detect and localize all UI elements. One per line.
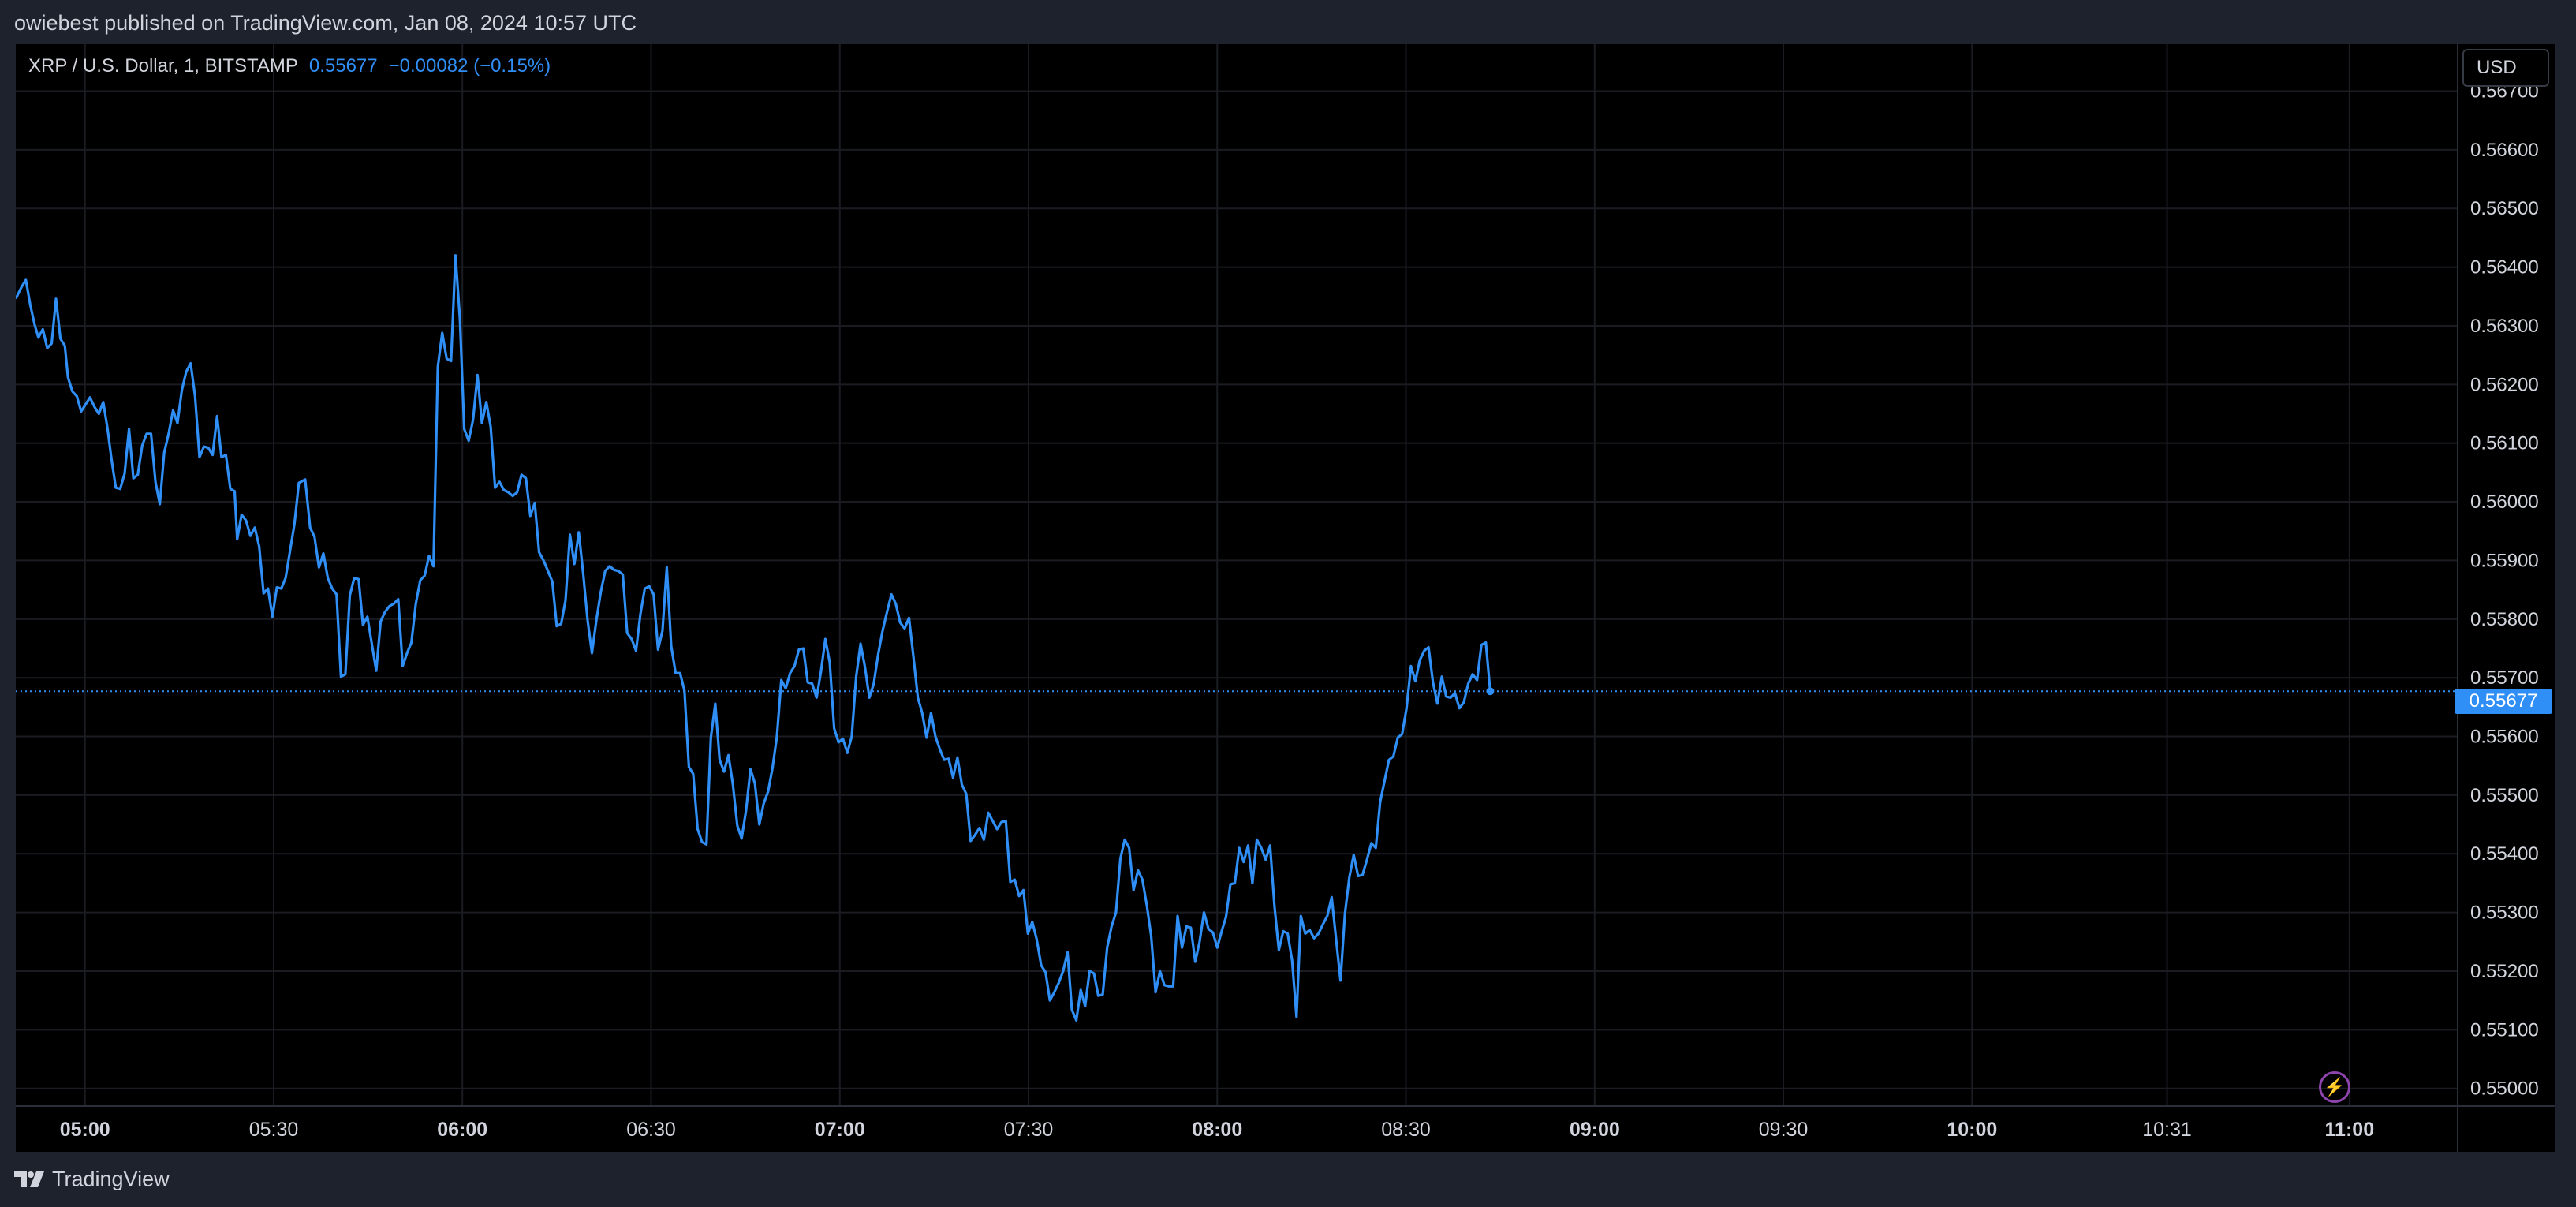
x-tick-label: 07:00: [815, 1119, 865, 1141]
symbol-label: XRP / U.S. Dollar, 1, BITSTAMP: [28, 55, 298, 77]
y-tick-label: 0.56000: [2470, 491, 2539, 513]
y-tick-label: 0.55300: [2470, 902, 2539, 924]
x-tick-label: 08:00: [1192, 1119, 1242, 1141]
brand-name: TradingView: [52, 1167, 170, 1191]
y-tick-label: 0.56500: [2470, 198, 2539, 219]
x-tick-label: 07:30: [1004, 1119, 1054, 1141]
y-tick-label: 0.55600: [2470, 727, 2539, 748]
chart-legend: XRP / U.S. Dollar, 1, BITSTAMP 0.55677 −0.…: [28, 55, 551, 77]
y-tick-label: 0.55400: [2470, 843, 2539, 865]
x-tick-label: 08:30: [1381, 1119, 1431, 1141]
x-tick-label: 06:00: [437, 1119, 487, 1141]
x-tick-label: 06:30: [626, 1119, 676, 1141]
y-tick-label: 0.56200: [2470, 374, 2539, 395]
x-tick-label: 11:00: [2325, 1119, 2375, 1141]
y-tick-label: 0.55800: [2470, 609, 2539, 630]
price-change-label: −0.00082 (−0.15%): [388, 55, 551, 77]
y-tick-label: 0.55200: [2470, 961, 2539, 982]
last-point-marker: [1486, 687, 1495, 696]
y-tick-label: 0.56400: [2470, 257, 2539, 278]
x-tick-label: 09:30: [1759, 1119, 1809, 1141]
y-tick-label: 0.55100: [2470, 1019, 2539, 1041]
current-price-badge: 0.55677: [2455, 689, 2552, 714]
last-price-label: 0.55677: [308, 55, 378, 77]
tradingview-logo-icon: [14, 1171, 44, 1187]
currency-button[interactable]: USD: [2462, 49, 2549, 87]
attribution-text: owiebest published on TradingView.com, J…: [14, 11, 637, 35]
y-tick-label: 0.56600: [2470, 140, 2539, 161]
tradingview-brand[interactable]: TradingView: [14, 1166, 170, 1193]
y-tick-label: 0.56300: [2470, 316, 2539, 337]
y-tick-label: 0.55900: [2470, 550, 2539, 571]
chart-area[interactable]: 0.56700 0.56600 0.56500 0.56400 0.56300 0.562…: [16, 44, 2555, 1152]
footer-bar: [0, 1152, 2576, 1207]
attribution-bar: owiebest published on TradingView.com, J…: [0, 0, 2576, 44]
y-tick-label: 0.55500: [2470, 785, 2539, 806]
x-tick-label: 10:00: [1947, 1119, 1997, 1141]
y-tick-label: 0.56100: [2470, 433, 2539, 454]
y-tick-label: 0.55000: [2470, 1078, 2539, 1100]
price-line: [16, 254, 1491, 1022]
x-tick-label: 05:00: [60, 1119, 110, 1141]
lightning-icon[interactable]: ⚡: [2319, 1071, 2350, 1103]
x-tick-label: 10:31: [2142, 1119, 2192, 1141]
price-chart[interactable]: 0.567000.566000.565000.564000.563000.562…: [16, 44, 2555, 1152]
y-tick-label: 0.55700: [2470, 667, 2539, 689]
x-tick-label: 05:30: [249, 1119, 299, 1141]
x-tick-label: 09:00: [1570, 1119, 1620, 1141]
